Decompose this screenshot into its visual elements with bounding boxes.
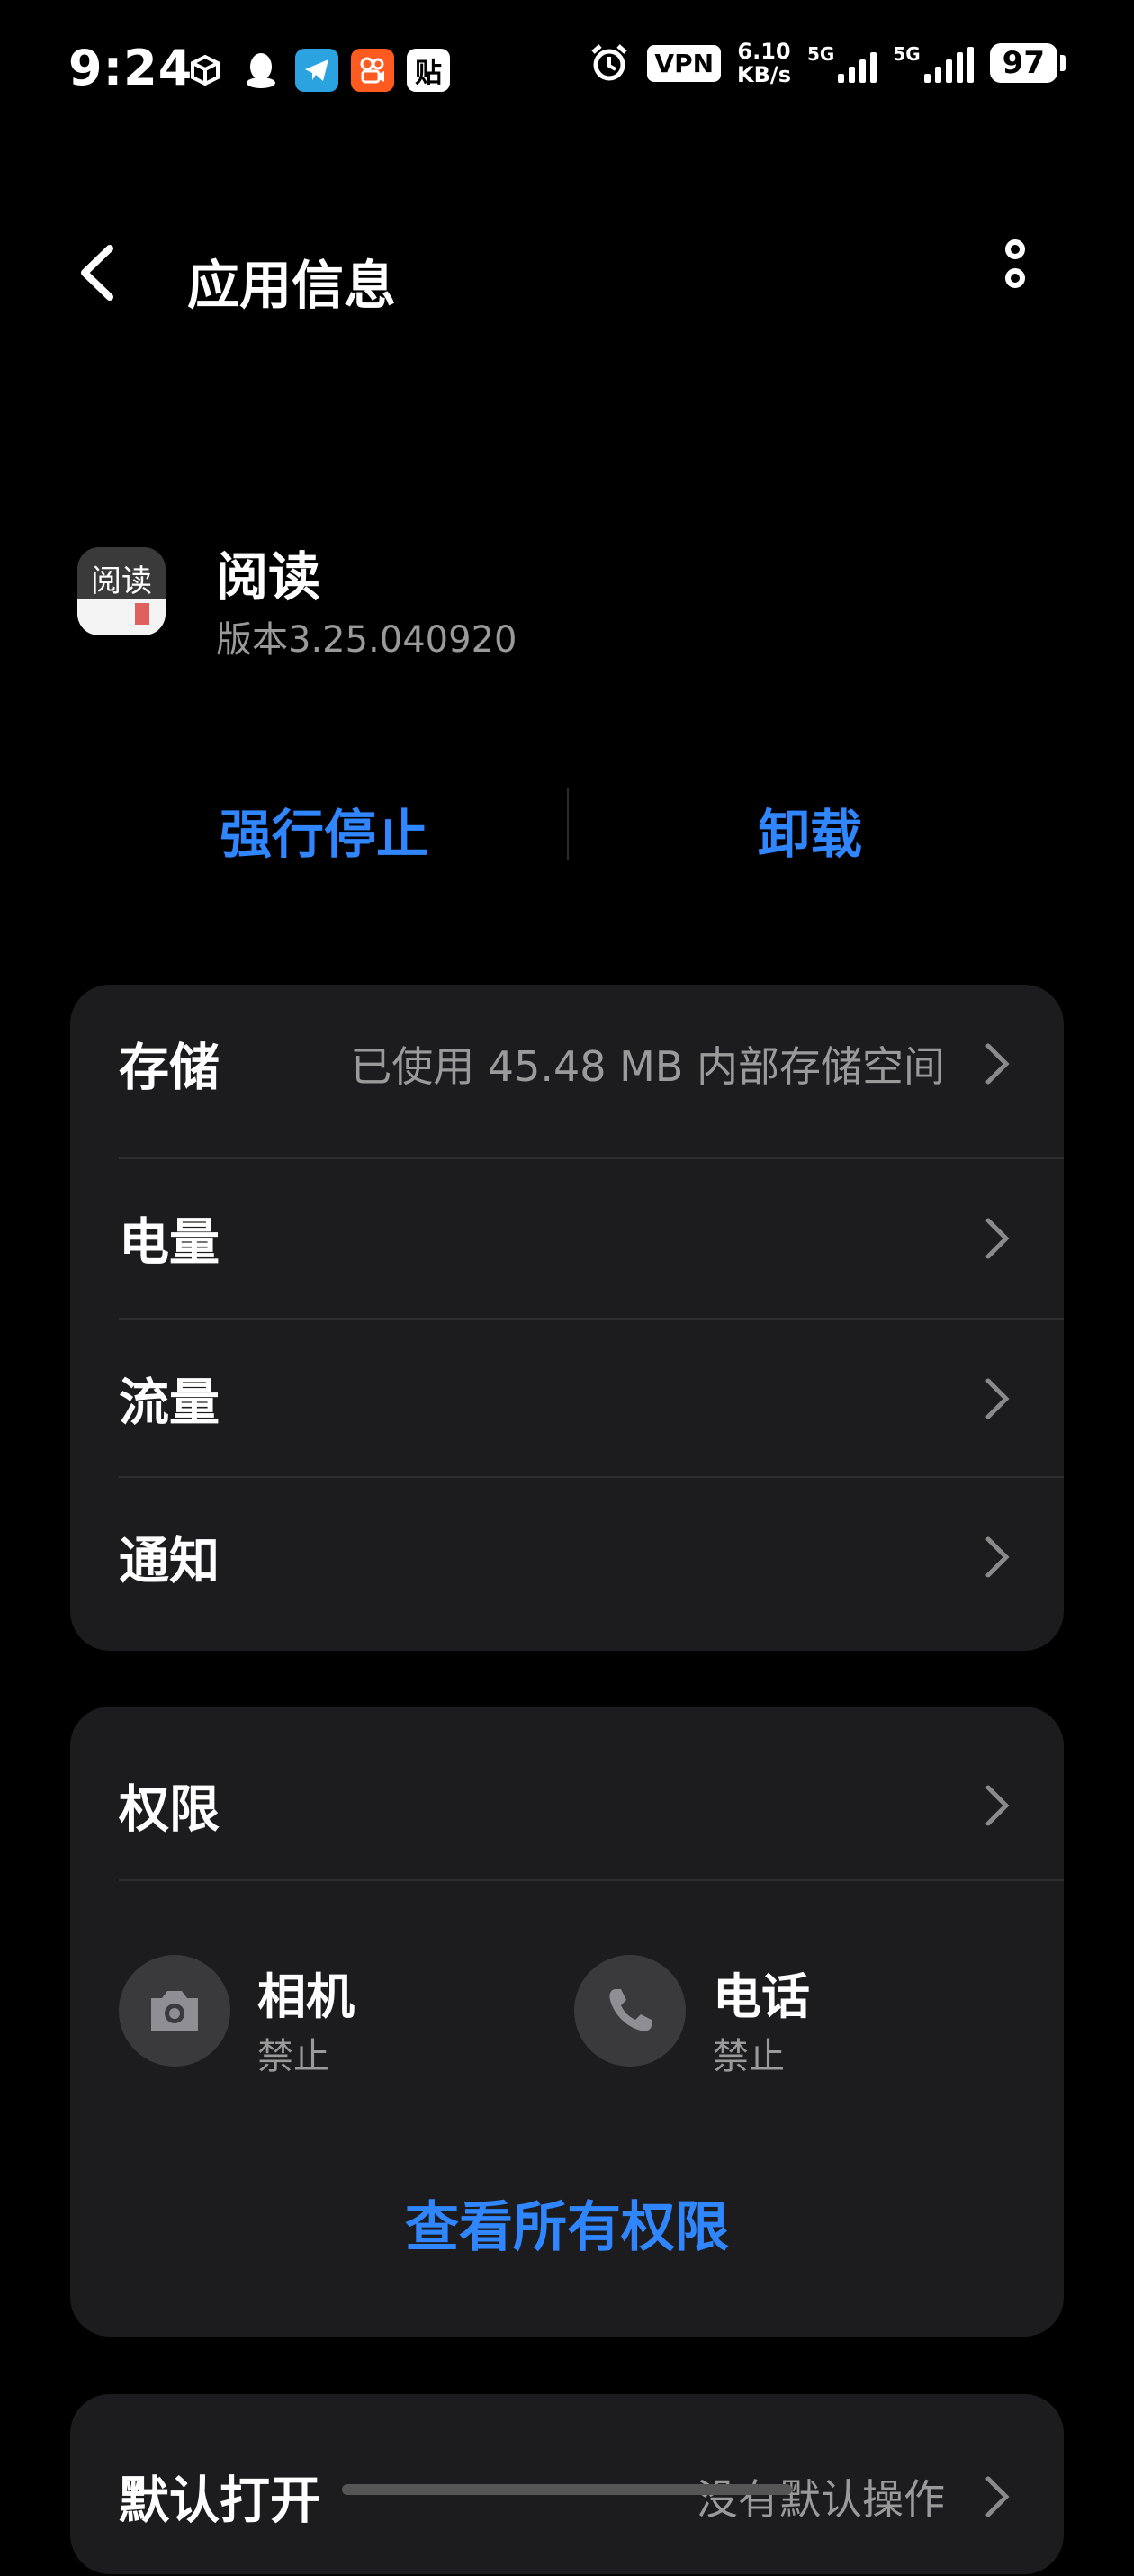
camera-permission-status: 禁止	[257, 2036, 329, 2077]
signal-sim1: 5G	[806, 43, 878, 83]
chevron-right-icon	[986, 1536, 1010, 1578]
box-icon	[184, 49, 227, 92]
app-icon: 阅读	[77, 547, 166, 635]
chevron-right-icon	[986, 1218, 1010, 1259]
row-divider	[119, 1879, 1064, 1881]
alarm-icon	[591, 44, 628, 81]
uninstall-button[interactable]: 卸载	[585, 792, 1035, 868]
battery-level: 97	[989, 43, 1058, 83]
back-arrow-icon	[81, 245, 113, 301]
storage-label: 存储	[119, 1039, 220, 1098]
kuaishou-icon	[351, 49, 394, 92]
phone-permission-status: 禁止	[713, 2036, 785, 2077]
notifications-row[interactable]: 通知	[70, 1478, 1064, 1636]
home-indicator[interactable]	[342, 2484, 792, 2495]
permissions-label: 权限	[119, 1780, 220, 1840]
permissions-row[interactable]: 权限	[70, 1726, 1064, 1885]
usage-card: 存储 已使用 45.48 MB 内部存储空间 电量 流量 通知	[70, 985, 1064, 1651]
system-icons: VPN 6.10 KB/s 5G 5G 97	[588, 40, 1066, 86]
default-open-label: 默认打开	[119, 2472, 320, 2531]
signal-bars-icon	[838, 47, 878, 83]
more-dot-icon	[1005, 239, 1025, 259]
chevron-right-icon	[986, 2476, 1010, 2517]
app-version: 版本3.25.040920	[216, 619, 518, 661]
action-divider	[567, 788, 569, 860]
app-icon-glyph: 阅读	[91, 563, 152, 599]
camera-icon-circle	[119, 1955, 230, 2067]
camera-permission-name: 相机	[257, 1968, 355, 2025]
status-time: 9:24	[68, 40, 194, 96]
phone-permission-name: 电话	[713, 1968, 810, 2025]
default-open-row[interactable]: 默认打开 没有默认操作	[70, 2418, 1064, 2576]
default-open-value: 没有默认操作	[697, 2475, 945, 2524]
battery-label: 电量	[119, 1213, 220, 1273]
signal-bars-icon	[923, 47, 974, 83]
speed-unit: KB/s	[737, 62, 791, 87]
data-usage-label: 流量	[119, 1374, 220, 1433]
phone-icon	[609, 1989, 652, 2031]
chevron-right-icon	[986, 1043, 1010, 1085]
more-options-button[interactable]	[988, 239, 1042, 315]
network-type-2: 5G	[893, 43, 921, 65]
battery-cap	[1060, 55, 1066, 71]
bookmark-icon	[135, 603, 149, 625]
chevron-right-icon	[986, 1785, 1010, 1826]
app-name: 阅读	[216, 546, 321, 608]
storage-value: 已使用 45.48 MB 内部存储空间	[350, 1042, 945, 1091]
data-usage-row[interactable]: 流量	[70, 1320, 1064, 1478]
battery-indicator: 97	[989, 43, 1066, 83]
force-stop-button[interactable]: 强行停止	[99, 792, 549, 868]
telegram-icon	[295, 49, 338, 92]
storage-row[interactable]: 存储 已使用 45.48 MB 内部存储空间	[70, 985, 1064, 1143]
permissions-card: 权限 相机 禁止 电话 禁止 查看所有权限	[70, 1707, 1064, 2337]
vpn-badge: VPN	[647, 44, 722, 82]
chevron-right-icon	[986, 1378, 1010, 1419]
page-title: 应用信息	[187, 255, 397, 316]
camera-icon	[151, 1991, 198, 2031]
notification-icons: 贴	[184, 49, 450, 92]
status-bar: 9:24 贴 VPN 6.10 KB/s 5G 5G 97	[0, 0, 1134, 135]
notifications-label: 通知	[119, 1532, 220, 1591]
speed-value: 6.10	[737, 39, 791, 64]
phone-icon-circle	[574, 1955, 686, 2067]
battery-row[interactable]: 电量	[70, 1159, 1064, 1318]
signal-sim2: 5G	[893, 43, 974, 83]
back-button[interactable]	[68, 241, 131, 304]
more-dot-icon	[1005, 268, 1025, 288]
qq-icon	[239, 49, 283, 92]
tieba-icon: 贴	[407, 49, 450, 92]
network-speed: 6.10 KB/s	[737, 40, 791, 86]
network-type-1: 5G	[806, 43, 835, 65]
view-all-permissions-link[interactable]: 查看所有权限	[70, 2184, 1064, 2262]
